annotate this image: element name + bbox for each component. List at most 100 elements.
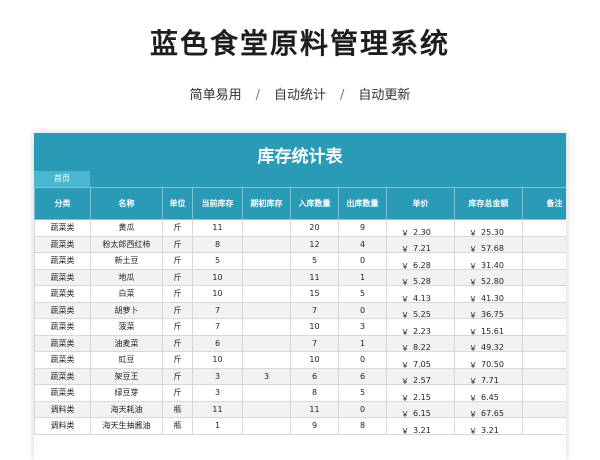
cell-init[interactable]: [242, 351, 291, 369]
cell-in[interactable]: 11: [290, 268, 339, 286]
cell-price[interactable]: ￥ 6.28: [386, 252, 455, 270]
cell-price[interactable]: ￥ 2.30: [386, 219, 455, 237]
column-header[interactable]: 单位: [162, 187, 193, 220]
cell-in[interactable]: 6: [290, 367, 339, 385]
cell-cat[interactable]: 蔬菜类: [34, 268, 91, 286]
cell-name[interactable]: 海天生抽酱油: [90, 417, 163, 435]
cell-out[interactable]: 0: [338, 400, 387, 418]
cell-note[interactable]: [522, 367, 566, 385]
cell-init[interactable]: [242, 285, 291, 303]
cell-cat[interactable]: 蔬菜类: [34, 285, 91, 303]
cell-cur[interactable]: 10: [192, 285, 243, 303]
cell-name[interactable]: 菠菜: [90, 318, 163, 336]
cell-cur[interactable]: 1: [192, 417, 243, 435]
cell-in[interactable]: 15: [290, 285, 339, 303]
cell-init[interactable]: [242, 318, 291, 336]
cell-cat[interactable]: 蔬菜类: [34, 252, 91, 270]
tab-home[interactable]: 首页: [34, 171, 90, 187]
cell-total[interactable]: ￥ 70.50: [454, 351, 523, 369]
cell-unit[interactable]: 瓶: [162, 400, 193, 418]
cell-init[interactable]: [242, 301, 291, 319]
cell-note[interactable]: [522, 219, 566, 237]
cell-in[interactable]: 20: [290, 219, 339, 237]
cell-out[interactable]: 1: [338, 268, 387, 286]
cell-price[interactable]: ￥ 5.25: [386, 301, 455, 319]
cell-init[interactable]: [242, 400, 291, 418]
cell-in[interactable]: 8: [290, 384, 339, 402]
cell-unit[interactable]: 斤: [162, 384, 193, 402]
cell-in[interactable]: 7: [290, 334, 339, 352]
column-header[interactable]: 备注: [522, 187, 566, 220]
cell-note[interactable]: [522, 285, 566, 303]
cell-out[interactable]: 6: [338, 367, 387, 385]
cell-price[interactable]: ￥ 6.15: [386, 400, 455, 418]
cell-cur[interactable]: 11: [192, 400, 243, 418]
cell-cat[interactable]: 蔬菜类: [34, 384, 91, 402]
cell-note[interactable]: [522, 318, 566, 336]
cell-unit[interactable]: 斤: [162, 351, 193, 369]
cell-name[interactable]: 黄瓜: [90, 219, 163, 237]
cell-note[interactable]: [522, 301, 566, 319]
cell-init[interactable]: [242, 384, 291, 402]
cell-out[interactable]: 5: [338, 285, 387, 303]
cell-cur[interactable]: 3: [192, 384, 243, 402]
cell-note[interactable]: [522, 384, 566, 402]
cell-in[interactable]: 12: [290, 235, 339, 253]
cell-name[interactable]: 海天耗油: [90, 400, 163, 418]
cell-in[interactable]: 10: [290, 351, 339, 369]
cell-name[interactable]: 地瓜: [90, 268, 163, 286]
cell-total[interactable]: ￥ 57.68: [454, 235, 523, 253]
cell-cur[interactable]: 8: [192, 235, 243, 253]
cell-cat[interactable]: 调料类: [34, 400, 91, 418]
cell-unit[interactable]: 斤: [162, 318, 193, 336]
cell-total[interactable]: ￥ 6.45: [454, 384, 523, 402]
cell-cur[interactable]: 6: [192, 334, 243, 352]
cell-total[interactable]: ￥ 41.30: [454, 285, 523, 303]
cell-name[interactable]: 架豆王: [90, 367, 163, 385]
cell-price[interactable]: ￥ 8.22: [386, 334, 455, 352]
cell-unit[interactable]: 斤: [162, 334, 193, 352]
cell-unit[interactable]: 斤: [162, 285, 193, 303]
cell-price[interactable]: ￥ 2.15: [386, 384, 455, 402]
column-header[interactable]: 当前库存: [192, 187, 243, 220]
cell-total[interactable]: ￥ 31.40: [454, 252, 523, 270]
cell-total[interactable]: ￥ 52.80: [454, 268, 523, 286]
column-header[interactable]: 分类: [34, 187, 91, 220]
cell-price[interactable]: ￥ 2.23: [386, 318, 455, 336]
cell-init[interactable]: [242, 417, 291, 435]
cell-init[interactable]: [242, 268, 291, 286]
column-header[interactable]: 出库数量: [338, 187, 387, 220]
cell-out[interactable]: 0: [338, 351, 387, 369]
cell-init[interactable]: [242, 235, 291, 253]
cell-cat[interactable]: 蔬菜类: [34, 351, 91, 369]
cell-name[interactable]: 粉太郎西红柿: [90, 235, 163, 253]
cell-price[interactable]: ￥ 5.28: [386, 268, 455, 286]
cell-total[interactable]: ￥ 49.32: [454, 334, 523, 352]
cell-total[interactable]: ￥ 7.71: [454, 367, 523, 385]
cell-out[interactable]: 1: [338, 334, 387, 352]
cell-cat[interactable]: 调料类: [34, 417, 91, 435]
cell-out[interactable]: 3: [338, 318, 387, 336]
cell-in[interactable]: 7: [290, 301, 339, 319]
cell-cat[interactable]: 蔬菜类: [34, 318, 91, 336]
cell-total[interactable]: ￥ 36.75: [454, 301, 523, 319]
cell-cat[interactable]: 蔬菜类: [34, 219, 91, 237]
cell-out[interactable]: 8: [338, 417, 387, 435]
cell-cur[interactable]: 3: [192, 367, 243, 385]
cell-price[interactable]: ￥ 3.21: [386, 417, 455, 435]
cell-init[interactable]: [242, 334, 291, 352]
cell-note[interactable]: [522, 400, 566, 418]
cell-unit[interactable]: 斤: [162, 268, 193, 286]
cell-cur[interactable]: 10: [192, 268, 243, 286]
cell-name[interactable]: 白菜: [90, 285, 163, 303]
cell-name[interactable]: 新土豆: [90, 252, 163, 270]
cell-unit[interactable]: 斤: [162, 219, 193, 237]
cell-note[interactable]: [522, 417, 566, 435]
cell-note[interactable]: [522, 334, 566, 352]
cell-in[interactable]: 11: [290, 400, 339, 418]
cell-unit[interactable]: 斤: [162, 367, 193, 385]
cell-out[interactable]: 5: [338, 384, 387, 402]
cell-init[interactable]: [242, 252, 291, 270]
cell-name[interactable]: 油麦菜: [90, 334, 163, 352]
column-header[interactable]: 期初库存: [242, 187, 291, 220]
